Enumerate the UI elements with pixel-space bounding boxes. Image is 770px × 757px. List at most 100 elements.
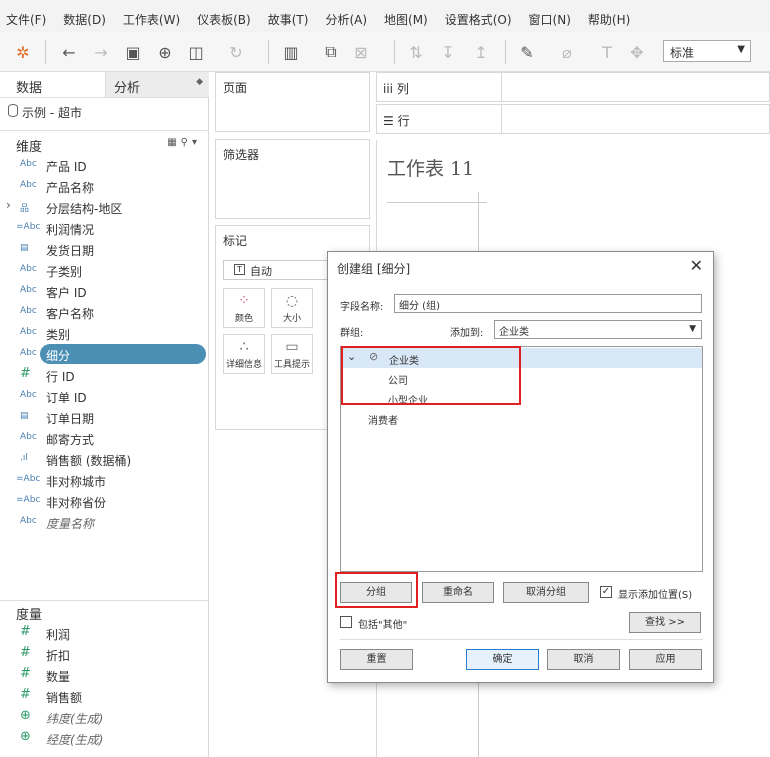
swap-icon[interactable]: ⇅ — [405, 41, 427, 63]
detail-label: 详细信息 — [225, 360, 262, 370]
field-name: 邮寄方式 — [46, 433, 95, 447]
close-icon[interactable]: ✕ — [690, 256, 703, 275]
field-item[interactable]: ⊕ 纬度(生成) — [0, 707, 209, 728]
menu-item[interactable]: 设置格式(O) — [445, 11, 512, 28]
add-to-select[interactable]: 企业类 ▼ — [494, 320, 702, 339]
field-item[interactable]: Abc 类别 — [0, 323, 209, 344]
field-name: 订单 ID — [46, 391, 87, 405]
undo-icon[interactable]: ← — [58, 41, 80, 63]
new-datasource-icon[interactable]: ⊕ — [154, 41, 176, 63]
pause-updates-icon[interactable]: ◫ — [185, 41, 207, 63]
filters-card[interactable]: 筛选器 — [215, 139, 370, 219]
add-to-value: 企业类 — [499, 327, 529, 338]
mark-type-select[interactable]: T 自动 — [223, 260, 333, 280]
field-item[interactable]: =Abc 非对称城市 — [0, 470, 209, 491]
menu-item[interactable]: 工作表(W) — [123, 11, 180, 28]
field-name: 非对称城市 — [46, 475, 107, 489]
field-name-label: 字段名称: — [340, 302, 384, 313]
field-item[interactable]: # 利润 — [0, 623, 209, 644]
rows-shelf[interactable]: ☰ 行 — [376, 104, 770, 134]
field-item[interactable]: ▤ 发货日期 — [0, 239, 209, 260]
columns-label: 列 — [396, 82, 409, 96]
menu-item[interactable]: 帮助(H) — [588, 11, 630, 28]
group-members-icon[interactable]: ⌀ — [556, 41, 578, 63]
measures-header: 度量 — [0, 600, 209, 623]
sort-descending-icon[interactable]: ↥ — [470, 41, 492, 63]
tab-analysis[interactable]: 分析 ◆ — [105, 72, 209, 98]
field-item[interactable]: .ıl 销售额 (数据桶) — [0, 449, 209, 470]
color-button[interactable]: ⁘ 颜色 — [223, 288, 265, 328]
field-name: 销售额 (数据桶) — [46, 454, 132, 468]
field-item[interactable]: # 数量 — [0, 665, 209, 686]
toolbar: ✲ ← → ▣ ⊕ ◫ ↻ ▥ ⧉ ⊠ ⇅ ↧ ↥ ✎ ⌀ T ✥ 标准 ▼ — [0, 32, 770, 72]
show-labels-icon[interactable]: T — [596, 41, 618, 63]
field-name: 分层结构-地区 — [46, 202, 123, 216]
field-item[interactable]: Abc 产品名称 — [0, 176, 209, 197]
field-item[interactable]: Abc 客户 ID — [0, 281, 209, 302]
color-icon: ⁘ — [238, 293, 250, 309]
menu-item[interactable]: 文件(F) — [6, 11, 46, 28]
ungroup-button[interactable]: 取消分组 — [503, 582, 589, 603]
size-button[interactable]: ◌ 大小 — [271, 288, 313, 328]
menu-item[interactable]: 仪表板(B) — [197, 11, 251, 28]
menu-item[interactable]: 窗口(N) — [529, 11, 571, 28]
columns-shelf[interactable]: iii 列 — [376, 72, 770, 102]
field-item[interactable]: =Abc 利润情况 — [0, 218, 209, 239]
find-button[interactable]: 查找 >> — [629, 612, 701, 633]
menu-item[interactable]: 地图(M) — [384, 11, 428, 28]
axis-line — [387, 202, 487, 203]
toolbar-separator — [45, 40, 46, 64]
tree-ungrouped-row[interactable]: 消费者 — [342, 408, 702, 428]
field-item[interactable]: ⊕ 经度(生成) — [0, 728, 209, 749]
sort-ascending-icon[interactable]: ↧ — [437, 41, 459, 63]
field-name: 客户名称 — [46, 307, 95, 321]
field-item[interactable]: ▤ 订单日期 — [0, 407, 209, 428]
apply-button[interactable]: 应用 — [629, 649, 702, 670]
field-item[interactable]: Abc 细分 — [0, 344, 209, 365]
tableau-logo-icon[interactable]: ✲ — [12, 41, 34, 63]
pin-icon[interactable]: ✥ — [626, 41, 648, 63]
menu-item[interactable]: 故事(T) — [268, 11, 309, 28]
reset-button[interactable]: 重置 — [340, 649, 413, 670]
datasource-item[interactable]: 示例 - 超市 — [0, 100, 209, 124]
field-item[interactable]: Abc 度量名称 — [0, 512, 209, 533]
field-item[interactable]: › 品 分层结构-地区 — [0, 197, 209, 218]
field-item[interactable]: =Abc 非对称省份 — [0, 491, 209, 512]
field-item[interactable]: # 行 ID — [0, 365, 209, 386]
field-item[interactable]: # 折扣 — [0, 644, 209, 665]
ok-button[interactable]: 确定 — [466, 649, 539, 670]
chevron-right-icon[interactable]: › — [6, 198, 11, 212]
field-item[interactable]: Abc 订单 ID — [0, 386, 209, 407]
detail-button[interactable]: ∴ 详细信息 — [223, 334, 265, 374]
menu-item[interactable]: 分析(A) — [325, 11, 367, 28]
sheet-title[interactable]: 工作表 11 — [387, 154, 474, 181]
fit-select[interactable]: 标准 ▼ — [663, 40, 751, 62]
menu-item[interactable]: 数据(D) — [63, 11, 106, 28]
include-other-checkbox[interactable] — [340, 616, 352, 628]
string-type-icon: Abc — [20, 285, 37, 295]
rows-icon: ☰ — [383, 114, 394, 128]
rename-button[interactable]: 重命名 — [422, 582, 494, 603]
field-item[interactable]: # 销售额 — [0, 686, 209, 707]
tooltip-button[interactable]: ▭ 工具提示 — [271, 334, 313, 374]
bin-icon: .ıl — [20, 453, 28, 463]
new-worksheet-icon[interactable]: ▥ — [280, 41, 302, 63]
highlight-icon[interactable]: ✎ — [516, 41, 538, 63]
field-item[interactable]: Abc 客户名称 — [0, 302, 209, 323]
show-add-location-checkbox[interactable]: ✓ — [600, 586, 612, 598]
duplicate-sheet-icon[interactable]: ⧉ — [320, 41, 342, 63]
field-item[interactable]: Abc 子类别 — [0, 260, 209, 281]
pages-card[interactable]: 页面 — [215, 72, 370, 132]
clear-sheet-icon[interactable]: ⊠ — [350, 41, 372, 63]
save-icon[interactable]: ▣ — [122, 41, 144, 63]
field-name-input[interactable]: 细分 (组) — [394, 294, 702, 313]
tab-data[interactable]: 数据 — [0, 72, 105, 98]
string-type-icon: Abc — [20, 327, 37, 337]
cancel-button[interactable]: 取消 — [547, 649, 620, 670]
field-item[interactable]: Abc 邮寄方式 — [0, 428, 209, 449]
redo-icon[interactable]: → — [90, 41, 112, 63]
refresh-icon[interactable]: ↻ — [225, 41, 247, 63]
field-item[interactable]: Abc 产品 ID — [0, 155, 209, 176]
view-search-menu-icons[interactable]: ▦⚲▾ — [167, 137, 201, 148]
dialog-separator — [340, 639, 703, 640]
